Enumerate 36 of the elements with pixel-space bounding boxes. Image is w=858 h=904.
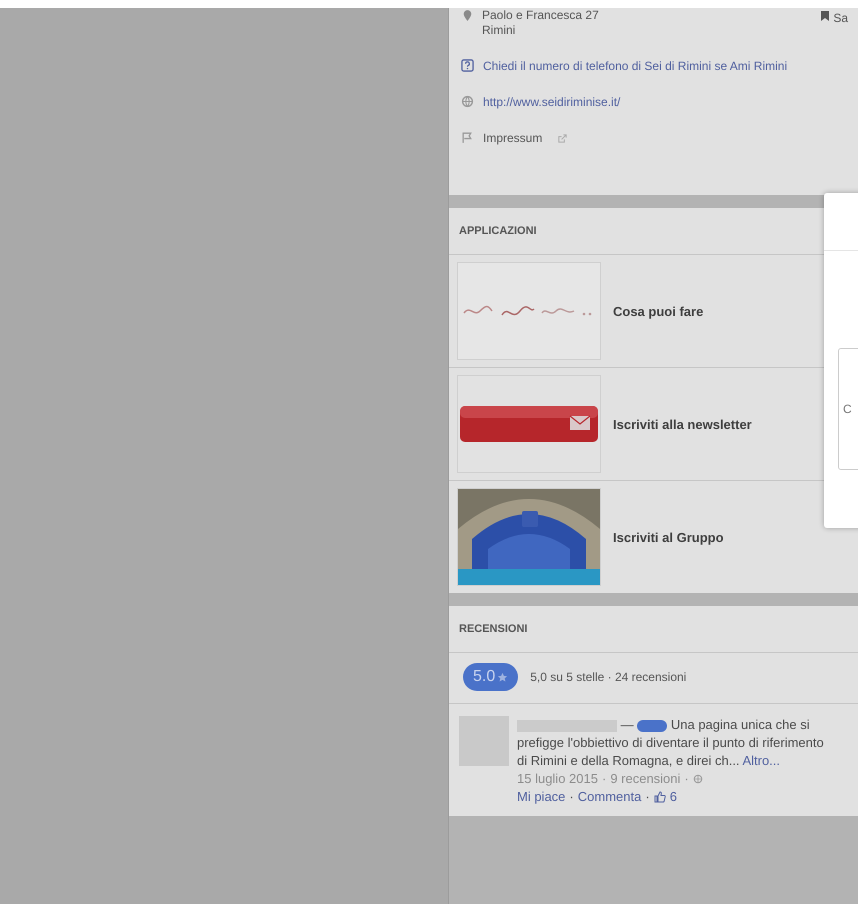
external-link-icon: [557, 133, 568, 144]
app-link[interactable]: Cosa puoi fare: [613, 304, 704, 318]
dot-separator: ·: [645, 788, 650, 806]
app-link[interactable]: Iscriviti al Gruppo: [613, 530, 724, 544]
impressum-link[interactable]: Impressum: [483, 130, 542, 146]
globe-icon: [692, 774, 703, 784]
bookmark-icon: [821, 11, 830, 21]
rating-badge: 5.0: [463, 663, 518, 691]
pin-icon: [461, 9, 474, 22]
like-count: 6: [670, 788, 677, 806]
input-field[interactable]: C: [838, 348, 858, 470]
globe-icon: [461, 95, 474, 108]
section-title: RECENSIONI: [449, 606, 858, 653]
dash-separator: —: [620, 717, 634, 732]
like-link[interactable]: Mi piace: [517, 788, 566, 806]
review-date: 15 luglio 2015: [517, 770, 598, 788]
star-icon: [497, 672, 508, 682]
dot-separator: ·: [684, 770, 689, 788]
ask-phone-link[interactable]: Chiedi il numero di telefono di Sei di Rimini se Ami Rimini: [483, 58, 788, 74]
review-count: 9 recensioni: [610, 770, 680, 788]
comment-link[interactable]: Commenta: [578, 788, 642, 806]
save-button[interactable]: Sa: [821, 11, 848, 38]
app-link[interactable]: Iscriviti alla newsletter: [613, 416, 752, 432]
dot-separator: ·: [569, 788, 574, 806]
thumbs-up-icon: [654, 791, 666, 803]
question-icon: [461, 59, 474, 72]
review-text: — Una pagina unica che si prefigge l'obbiettivo di diventare il punto di riferimento di Rimini e della Romagna, e direi ch... Altro...: [517, 716, 825, 770]
rating-badge: [637, 720, 668, 732]
more-link[interactable]: Altro...: [742, 753, 780, 768]
address-line: Paolo e Francesca 27: [482, 8, 600, 23]
avatar: [459, 716, 509, 766]
address-line: Rimini: [482, 23, 516, 38]
rating-summary: 5,0 su 5 stelle · 24 recensioni: [530, 670, 686, 684]
website-link[interactable]: http://www.seidiriminise.it/: [483, 94, 620, 110]
flag-icon: [461, 131, 474, 144]
dot-separator: ·: [602, 770, 606, 788]
